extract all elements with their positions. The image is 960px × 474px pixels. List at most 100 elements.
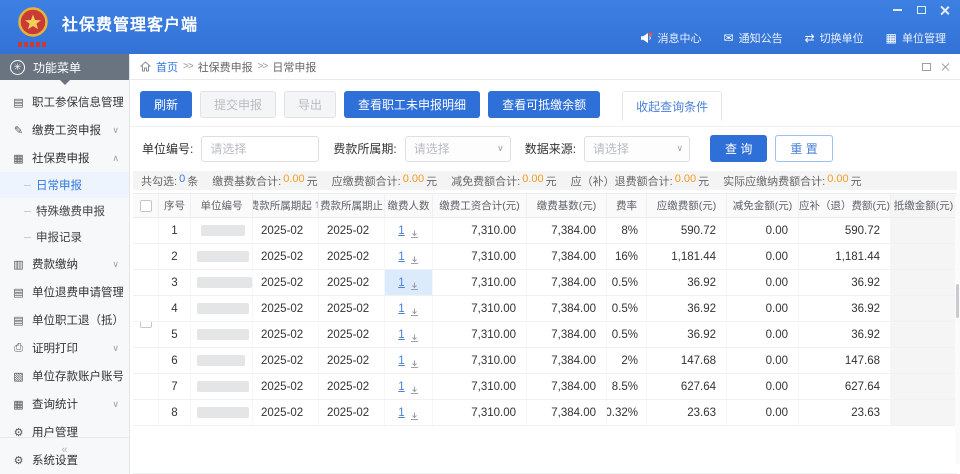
sidebar-item[interactable]: 申报记录 [0, 224, 129, 250]
unit-no-cell [191, 322, 253, 347]
sortable-header[interactable]: 费款所属期起⇅ [253, 194, 319, 217]
sidebar-item[interactable]: ▦ 社保费申报 ∧ [0, 144, 129, 172]
building-icon: ▦ [886, 32, 897, 44]
menu-icon: ✳ [10, 60, 25, 75]
rate-cell: 8.5% [607, 374, 647, 399]
wage-total-cell: 7,310.00 [433, 218, 527, 243]
reduction-cell: 0.00 [727, 348, 799, 373]
download-icon[interactable] [410, 334, 419, 343]
sidebar-item[interactable]: ▤ 单位退费申请管理 [0, 278, 129, 306]
switch-icon: ⇄ [805, 32, 815, 44]
rate-cell: 0.5% [607, 270, 647, 295]
supplement-cell: 36.92 [799, 270, 891, 295]
sidebar-collapse-button[interactable]: « [61, 444, 67, 456]
people-count-link[interactable]: 1 [398, 225, 404, 237]
people-count-link[interactable]: 1 [398, 355, 404, 367]
base-cell: 7,384.00 [527, 322, 607, 347]
window-controls [890, 4, 952, 16]
download-icon[interactable] [410, 230, 419, 239]
toolbar-button[interactable]: 收起查询条件 [622, 91, 722, 121]
sidebar-header: ✳ 功能菜单 [0, 54, 129, 80]
toolbar-button[interactable]: 查看可抵缴余额 [488, 91, 600, 118]
summary-item: 减免费额合计: 0.00 元 [451, 173, 556, 189]
data-source-label: 数据来源: [525, 140, 576, 157]
close-icon[interactable] [938, 4, 952, 16]
unit-no-cell [191, 218, 253, 243]
checked-count: 共勾选: 0 条 [141, 173, 198, 189]
message-center-button[interactable]: 消息中心 [640, 30, 702, 46]
sidebar-item[interactable]: ▤ 单位职工退（抵）费申请管理 [0, 306, 129, 334]
data-source-select[interactable]: 请选择 ∨ [584, 136, 690, 162]
table-row: 3 2025-02 2025-02 1 7,310.00 7 [133, 270, 957, 296]
table-row: 1 2025-02 2025-02 1 7,310.00 7 [133, 218, 957, 244]
download-icon[interactable] [410, 282, 419, 291]
people-count-link[interactable]: 1 [398, 407, 404, 419]
toolbar-button[interactable]: 查看职工未申报明细 [344, 91, 480, 118]
sidebar-item[interactable]: ▤ 职工参保信息管理 [0, 88, 129, 116]
minimize-icon[interactable] [890, 4, 904, 16]
chevron-down-icon: ∨ [112, 399, 123, 410]
supplement-cell: 627.64 [799, 374, 891, 399]
people-cell: 1 [385, 348, 433, 373]
reduction-cell: 0.00 [727, 270, 799, 295]
people-count-link[interactable]: 1 [398, 381, 404, 393]
download-icon[interactable] [410, 412, 419, 421]
toolbar-button[interactable]: 导出 [284, 91, 336, 118]
period-start-cell: 2025-02 [253, 322, 319, 347]
row-index: 3 [159, 270, 191, 295]
unit-no-input[interactable] [201, 136, 319, 162]
sidebar-item[interactable]: 日常申报 [0, 172, 129, 198]
sidebar-item[interactable]: ✎ 缴费工资申报 ∨ [0, 116, 129, 144]
period-start-cell: 2025-02 [253, 400, 319, 425]
unit-management-button[interactable]: ▦ 单位管理 [886, 30, 946, 46]
people-count-link[interactable]: 1 [398, 251, 404, 263]
sidebar-item[interactable]: 特殊缴费申报 [0, 198, 129, 224]
notice-button[interactable]: ✉ 通知公告 [724, 30, 783, 46]
people-cell: 1 [385, 322, 433, 347]
people-count-link[interactable]: 1 [398, 329, 404, 341]
close-page-icon[interactable] [941, 62, 950, 71]
breadcrumb-bar: 首页 >> 社保费申报 >> 日常申报 [130, 54, 960, 80]
people-cell: 1 [385, 244, 433, 269]
download-icon[interactable] [410, 386, 419, 395]
restore-page-icon[interactable] [922, 63, 931, 71]
row-checkbox[interactable] [140, 322, 152, 328]
table-row: 6 2025-02 2025-02 1 7,310.00 7 [133, 348, 957, 374]
wage-total-cell: 7,310.00 [433, 400, 527, 425]
scrollbar-thumb[interactable] [956, 284, 959, 318]
period-start-cell: 2025-02 [253, 244, 319, 269]
sidebar-menu: ▤ 职工参保信息管理 ✎ 缴费工资申报 ∨ ▦ 社保费申报 ∧ [0, 80, 129, 474]
scrollbar[interactable] [955, 194, 960, 464]
download-icon[interactable] [410, 308, 419, 317]
sidebar-item[interactable]: ▥ 费款缴纳 ∨ [0, 250, 129, 278]
payable-cell: 36.92 [647, 270, 727, 295]
maximize-icon[interactable] [914, 4, 928, 16]
titlebar: 社保费管理客户端 消息中心 ✉ 通知公告 ⇄ 切换单位 ▦ 单位管理 [0, 0, 960, 54]
toolbar-button[interactable]: 提交申报 [200, 91, 276, 118]
breadcrumb-level1: 社保费申报 [198, 59, 253, 75]
sidebar-footer: « [0, 437, 129, 456]
people-count-link[interactable]: 1 [398, 303, 404, 315]
period-start-cell: 2025-02 [253, 296, 319, 321]
supplement-cell: 590.72 [799, 218, 891, 243]
edit-icon: ✎ [12, 124, 25, 137]
reset-button[interactable]: 重 置 [775, 135, 832, 162]
select-all-checkbox[interactable] [140, 200, 152, 212]
supplement-cell: 147.68 [799, 348, 891, 373]
reduction-cell: 0.00 [727, 218, 799, 243]
query-button[interactable]: 查 询 [710, 135, 767, 162]
people-count-link[interactable]: 1 [398, 277, 404, 289]
download-icon[interactable] [410, 360, 419, 369]
sidebar-item[interactable]: ⎙ 证明打印 ∨ [0, 334, 129, 362]
breadcrumb-home-link[interactable]: 首页 [156, 59, 178, 75]
switch-unit-button[interactable]: ⇄ 切换单位 [805, 30, 864, 46]
download-icon[interactable] [410, 256, 419, 265]
toolbar-button[interactable]: 刷新 [140, 91, 192, 118]
sidebar-item[interactable]: ▧ 单位存款账户账号管理 [0, 362, 129, 390]
sidebar-item[interactable]: ▦ 查询统计 ∨ [0, 390, 129, 418]
row-index: 8 [159, 400, 191, 425]
fee-period-label: 费款所属期: [333, 140, 396, 157]
announcement-icon [640, 32, 653, 44]
app-title: 社保费管理客户端 [62, 11, 198, 35]
fee-period-select[interactable]: 请选择 ∨ [405, 136, 511, 162]
